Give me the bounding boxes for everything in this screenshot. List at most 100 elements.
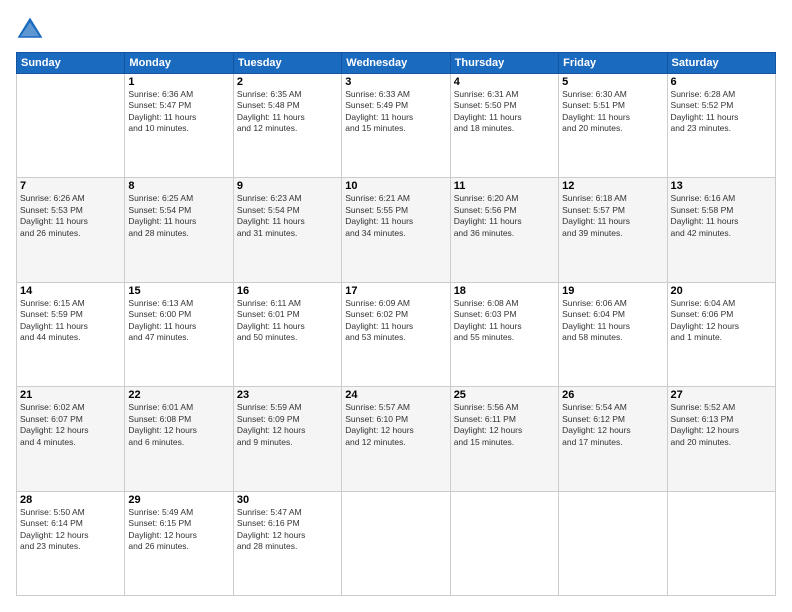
day-info: Sunrise: 6:15 AM Sunset: 5:59 PM Dayligh… bbox=[20, 298, 121, 344]
calendar-cell: 9Sunrise: 6:23 AM Sunset: 5:54 PM Daylig… bbox=[233, 178, 341, 282]
calendar-cell: 23Sunrise: 5:59 AM Sunset: 6:09 PM Dayli… bbox=[233, 387, 341, 491]
calendar-cell: 1Sunrise: 6:36 AM Sunset: 5:47 PM Daylig… bbox=[125, 74, 233, 178]
day-info: Sunrise: 6:23 AM Sunset: 5:54 PM Dayligh… bbox=[237, 193, 338, 239]
day-number: 5 bbox=[562, 76, 663, 88]
day-info: Sunrise: 5:49 AM Sunset: 6:15 PM Dayligh… bbox=[128, 507, 229, 553]
calendar-cell: 18Sunrise: 6:08 AM Sunset: 6:03 PM Dayli… bbox=[450, 282, 558, 386]
calendar-cell: 13Sunrise: 6:16 AM Sunset: 5:58 PM Dayli… bbox=[667, 178, 775, 282]
calendar-cell: 11Sunrise: 6:20 AM Sunset: 5:56 PM Dayli… bbox=[450, 178, 558, 282]
day-info: Sunrise: 6:33 AM Sunset: 5:49 PM Dayligh… bbox=[345, 89, 446, 135]
calendar-cell: 3Sunrise: 6:33 AM Sunset: 5:49 PM Daylig… bbox=[342, 74, 450, 178]
day-number: 21 bbox=[20, 389, 121, 401]
day-info: Sunrise: 6:01 AM Sunset: 6:08 PM Dayligh… bbox=[128, 402, 229, 448]
calendar-cell: 2Sunrise: 6:35 AM Sunset: 5:48 PM Daylig… bbox=[233, 74, 341, 178]
day-info: Sunrise: 6:21 AM Sunset: 5:55 PM Dayligh… bbox=[345, 193, 446, 239]
calendar-cell: 22Sunrise: 6:01 AM Sunset: 6:08 PM Dayli… bbox=[125, 387, 233, 491]
day-number: 26 bbox=[562, 389, 663, 401]
weekday-header-monday: Monday bbox=[125, 53, 233, 74]
weekday-header-friday: Friday bbox=[559, 53, 667, 74]
calendar-cell: 10Sunrise: 6:21 AM Sunset: 5:55 PM Dayli… bbox=[342, 178, 450, 282]
day-number: 9 bbox=[237, 180, 338, 192]
calendar-cell: 27Sunrise: 5:52 AM Sunset: 6:13 PM Dayli… bbox=[667, 387, 775, 491]
day-number: 28 bbox=[20, 494, 121, 506]
day-info: Sunrise: 6:25 AM Sunset: 5:54 PM Dayligh… bbox=[128, 193, 229, 239]
day-number: 22 bbox=[128, 389, 229, 401]
day-info: Sunrise: 5:50 AM Sunset: 6:14 PM Dayligh… bbox=[20, 507, 121, 553]
calendar-cell: 5Sunrise: 6:30 AM Sunset: 5:51 PM Daylig… bbox=[559, 74, 667, 178]
day-info: Sunrise: 6:36 AM Sunset: 5:47 PM Dayligh… bbox=[128, 89, 229, 135]
calendar-cell: 16Sunrise: 6:11 AM Sunset: 6:01 PM Dayli… bbox=[233, 282, 341, 386]
calendar-cell: 28Sunrise: 5:50 AM Sunset: 6:14 PM Dayli… bbox=[17, 491, 125, 595]
calendar-week-row: 21Sunrise: 6:02 AM Sunset: 6:07 PM Dayli… bbox=[17, 387, 776, 491]
weekday-header-thursday: Thursday bbox=[450, 53, 558, 74]
logo bbox=[16, 16, 48, 44]
weekday-header-tuesday: Tuesday bbox=[233, 53, 341, 74]
calendar-cell: 24Sunrise: 5:57 AM Sunset: 6:10 PM Dayli… bbox=[342, 387, 450, 491]
day-info: Sunrise: 6:18 AM Sunset: 5:57 PM Dayligh… bbox=[562, 193, 663, 239]
calendar-week-row: 1Sunrise: 6:36 AM Sunset: 5:47 PM Daylig… bbox=[17, 74, 776, 178]
day-number: 3 bbox=[345, 76, 446, 88]
calendar-cell: 14Sunrise: 6:15 AM Sunset: 5:59 PM Dayli… bbox=[17, 282, 125, 386]
calendar-cell bbox=[342, 491, 450, 595]
calendar-cell: 29Sunrise: 5:49 AM Sunset: 6:15 PM Dayli… bbox=[125, 491, 233, 595]
day-info: Sunrise: 6:20 AM Sunset: 5:56 PM Dayligh… bbox=[454, 193, 555, 239]
day-info: Sunrise: 5:47 AM Sunset: 6:16 PM Dayligh… bbox=[237, 507, 338, 553]
day-info: Sunrise: 6:31 AM Sunset: 5:50 PM Dayligh… bbox=[454, 89, 555, 135]
day-info: Sunrise: 6:08 AM Sunset: 6:03 PM Dayligh… bbox=[454, 298, 555, 344]
day-info: Sunrise: 6:06 AM Sunset: 6:04 PM Dayligh… bbox=[562, 298, 663, 344]
day-info: Sunrise: 6:13 AM Sunset: 6:00 PM Dayligh… bbox=[128, 298, 229, 344]
day-number: 29 bbox=[128, 494, 229, 506]
day-number: 27 bbox=[671, 389, 772, 401]
calendar-cell: 19Sunrise: 6:06 AM Sunset: 6:04 PM Dayli… bbox=[559, 282, 667, 386]
calendar-cell: 25Sunrise: 5:56 AM Sunset: 6:11 PM Dayli… bbox=[450, 387, 558, 491]
day-number: 12 bbox=[562, 180, 663, 192]
day-info: Sunrise: 5:59 AM Sunset: 6:09 PM Dayligh… bbox=[237, 402, 338, 448]
day-info: Sunrise: 5:56 AM Sunset: 6:11 PM Dayligh… bbox=[454, 402, 555, 448]
day-number: 18 bbox=[454, 285, 555, 297]
day-number: 25 bbox=[454, 389, 555, 401]
day-number: 19 bbox=[562, 285, 663, 297]
calendar-cell: 20Sunrise: 6:04 AM Sunset: 6:06 PM Dayli… bbox=[667, 282, 775, 386]
calendar-cell: 17Sunrise: 6:09 AM Sunset: 6:02 PM Dayli… bbox=[342, 282, 450, 386]
day-number: 20 bbox=[671, 285, 772, 297]
day-number: 14 bbox=[20, 285, 121, 297]
day-number: 6 bbox=[671, 76, 772, 88]
day-number: 10 bbox=[345, 180, 446, 192]
calendar-table: SundayMondayTuesdayWednesdayThursdayFrid… bbox=[16, 52, 776, 596]
day-number: 8 bbox=[128, 180, 229, 192]
calendar-cell bbox=[17, 74, 125, 178]
calendar-cell: 6Sunrise: 6:28 AM Sunset: 5:52 PM Daylig… bbox=[667, 74, 775, 178]
day-number: 11 bbox=[454, 180, 555, 192]
day-number: 16 bbox=[237, 285, 338, 297]
day-number: 4 bbox=[454, 76, 555, 88]
day-info: Sunrise: 6:09 AM Sunset: 6:02 PM Dayligh… bbox=[345, 298, 446, 344]
day-number: 17 bbox=[345, 285, 446, 297]
logo-icon bbox=[16, 16, 44, 44]
day-info: Sunrise: 5:54 AM Sunset: 6:12 PM Dayligh… bbox=[562, 402, 663, 448]
calendar-cell bbox=[450, 491, 558, 595]
weekday-header-sunday: Sunday bbox=[17, 53, 125, 74]
calendar-week-row: 7Sunrise: 6:26 AM Sunset: 5:53 PM Daylig… bbox=[17, 178, 776, 282]
calendar-cell: 21Sunrise: 6:02 AM Sunset: 6:07 PM Dayli… bbox=[17, 387, 125, 491]
calendar-cell: 15Sunrise: 6:13 AM Sunset: 6:00 PM Dayli… bbox=[125, 282, 233, 386]
day-info: Sunrise: 6:02 AM Sunset: 6:07 PM Dayligh… bbox=[20, 402, 121, 448]
day-number: 23 bbox=[237, 389, 338, 401]
day-number: 7 bbox=[20, 180, 121, 192]
calendar-cell: 8Sunrise: 6:25 AM Sunset: 5:54 PM Daylig… bbox=[125, 178, 233, 282]
calendar-cell bbox=[559, 491, 667, 595]
header bbox=[16, 16, 776, 44]
day-info: Sunrise: 5:52 AM Sunset: 6:13 PM Dayligh… bbox=[671, 402, 772, 448]
calendar-week-row: 14Sunrise: 6:15 AM Sunset: 5:59 PM Dayli… bbox=[17, 282, 776, 386]
day-info: Sunrise: 6:28 AM Sunset: 5:52 PM Dayligh… bbox=[671, 89, 772, 135]
page: SundayMondayTuesdayWednesdayThursdayFrid… bbox=[0, 0, 792, 612]
day-number: 13 bbox=[671, 180, 772, 192]
calendar-cell: 7Sunrise: 6:26 AM Sunset: 5:53 PM Daylig… bbox=[17, 178, 125, 282]
calendar-cell: 4Sunrise: 6:31 AM Sunset: 5:50 PM Daylig… bbox=[450, 74, 558, 178]
day-info: Sunrise: 6:26 AM Sunset: 5:53 PM Dayligh… bbox=[20, 193, 121, 239]
day-info: Sunrise: 6:11 AM Sunset: 6:01 PM Dayligh… bbox=[237, 298, 338, 344]
calendar-header-row: SundayMondayTuesdayWednesdayThursdayFrid… bbox=[17, 53, 776, 74]
day-number: 1 bbox=[128, 76, 229, 88]
calendar-cell: 30Sunrise: 5:47 AM Sunset: 6:16 PM Dayli… bbox=[233, 491, 341, 595]
day-number: 24 bbox=[345, 389, 446, 401]
day-number: 15 bbox=[128, 285, 229, 297]
